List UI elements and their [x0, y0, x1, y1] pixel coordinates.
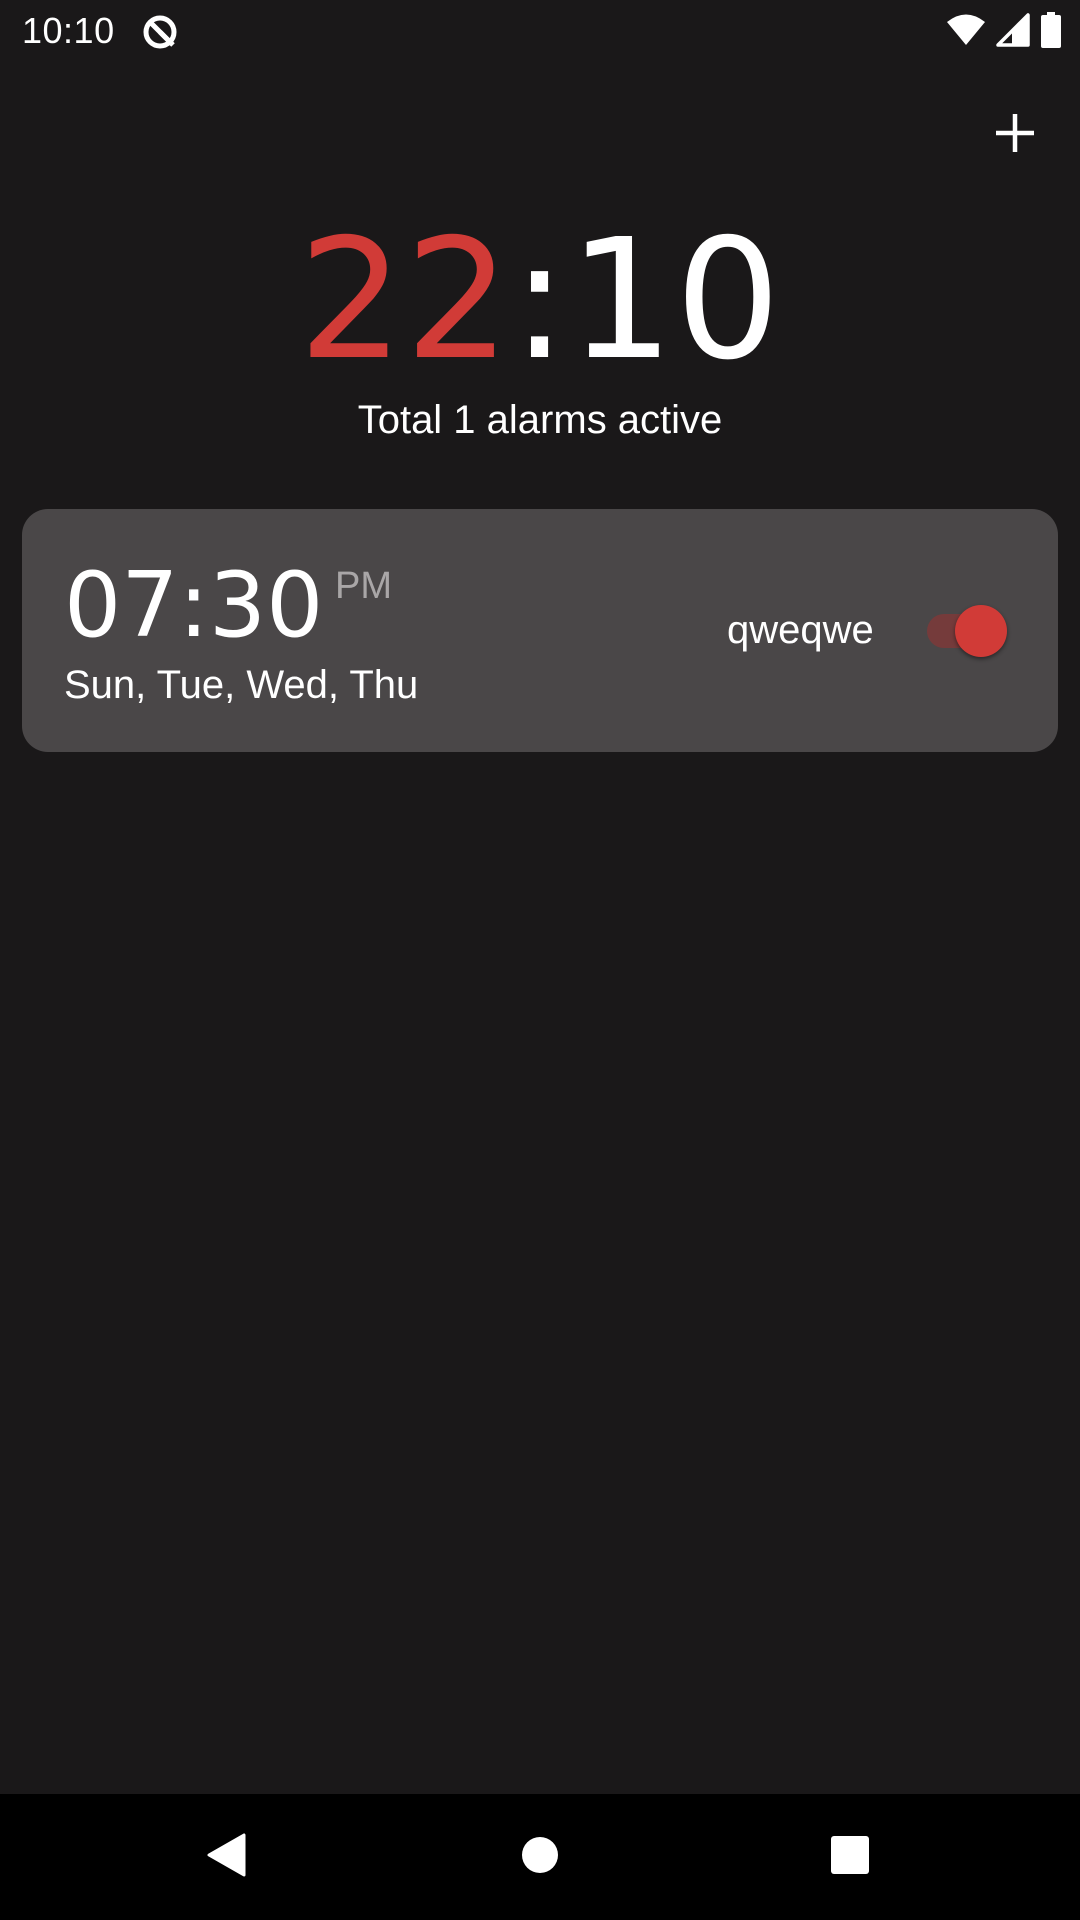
current-time-separator: :: [511, 204, 569, 397]
status-icons: [946, 11, 1062, 53]
back-button[interactable]: [190, 1821, 262, 1893]
no-tracking-icon: [140, 12, 180, 52]
alarm-ampm: PM: [335, 565, 392, 607]
alarm-label: qweqwe: [727, 608, 874, 652]
status-time: 10:10: [22, 10, 115, 51]
alarm-enabled-toggle[interactable]: [922, 605, 1032, 657]
home-icon: [520, 1835, 560, 1880]
alarm-days: Sun, Tue, Wed, Thu: [64, 663, 419, 707]
wifi-icon: [946, 13, 986, 52]
alarm-screen: 10:10 22:10 Total 1 alarms active 07:30 …: [0, 0, 1080, 1920]
home-button[interactable]: [504, 1821, 576, 1893]
add-alarm-button[interactable]: [985, 105, 1045, 165]
current-time-hours: 22: [298, 204, 512, 397]
plus-icon: [994, 112, 1036, 159]
recents-button[interactable]: [814, 1821, 886, 1893]
current-time-minutes: 10: [568, 204, 782, 397]
cell-signal-icon: [996, 12, 1030, 52]
active-alarms-summary: Total 1 alarms active: [357, 398, 723, 442]
toggle-thumb: [955, 605, 1007, 657]
alarm-time: 07:30: [64, 553, 324, 658]
battery-icon: [1040, 11, 1062, 53]
alarm-card[interactable]: 07:30 PM Sun, Tue, Wed, Thu qweqwe: [22, 509, 1058, 752]
current-time: 22:10: [0, 218, 1080, 384]
back-icon: [204, 1831, 248, 1884]
navigation-bar: [0, 1794, 1080, 1920]
recents-icon: [830, 1835, 870, 1880]
status-bar: 10:10: [0, 0, 1080, 63]
